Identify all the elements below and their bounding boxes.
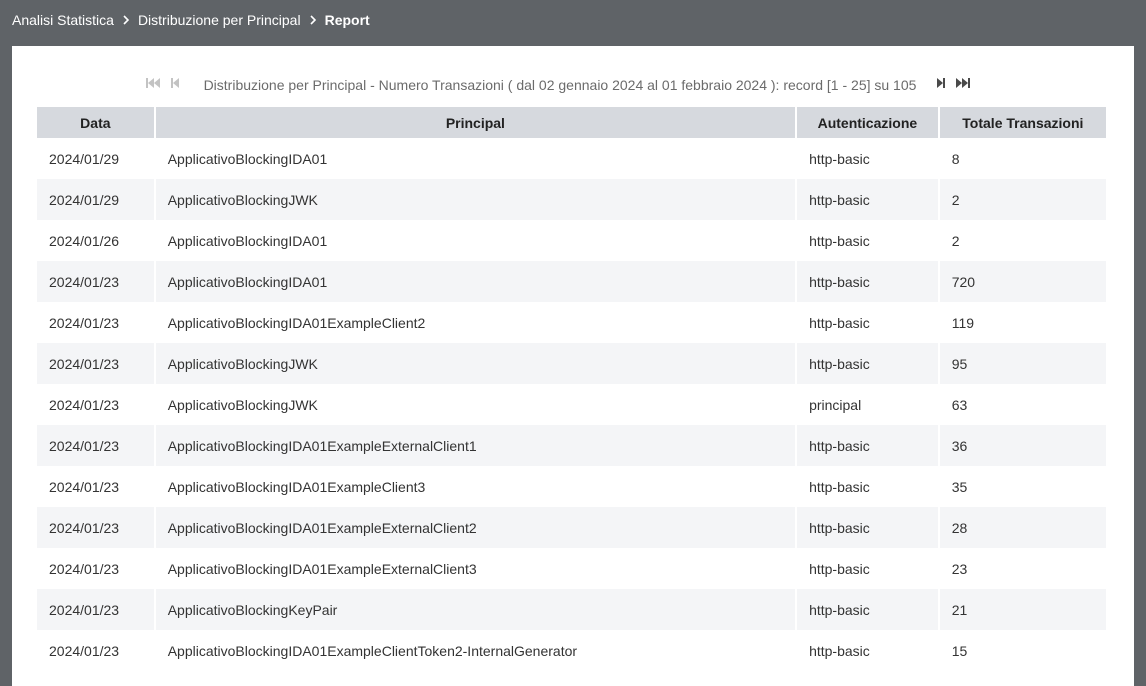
cell-principal: ApplicativoBlockingKeyPair [155, 589, 796, 630]
breadcrumb-distribuzione-principal[interactable]: Distribuzione per Principal [138, 12, 301, 28]
cell-totale: 720 [939, 261, 1106, 302]
table-row: 2024/01/23 ApplicativoBlockingIDA01Examp… [37, 630, 1106, 671]
first-page-icon[interactable] [142, 74, 164, 92]
cell-autenticazione: http-basic [797, 507, 938, 548]
cell-data: 2024/01/29 [49, 150, 120, 167]
cell-totale: 8 [951, 150, 960, 167]
cell-autenticazione: http-basic [809, 478, 870, 495]
cell-totale: 119 [951, 314, 975, 331]
last-page-icon[interactable] [952, 74, 974, 92]
pagination-bar: Distribuzione per Principal - Numero Tra… [12, 70, 1134, 96]
cell-data: 2024/01/23 [37, 589, 154, 630]
cell-principal: ApplicativoBlockingJWK [167, 396, 318, 413]
cell-data: 2024/01/26 [49, 232, 120, 249]
cell-data: 2024/01/23 [37, 425, 154, 466]
cell-data: 2024/01/29 [37, 179, 154, 220]
cell-totale: 35 [951, 478, 968, 495]
cell-principal: ApplicativoBlockingIDA01ExampleExternalC… [167, 560, 477, 577]
cell-principal: ApplicativoBlockingIDA01 [155, 261, 796, 302]
column-header-autenticazione[interactable]: Autenticazione [797, 107, 938, 138]
table-body: 2024/01/29 ApplicativoBlockingIDA01 http… [37, 138, 1106, 671]
cell-autenticazione: principal [809, 396, 862, 413]
cell-autenticazione: http-basic [809, 150, 870, 167]
cell-principal: ApplicativoBlockingJWK [155, 179, 796, 220]
table-row: 2024/01/23 ApplicativoBlockingJWK princi… [37, 384, 1106, 425]
pagination-summary: Distribuzione per Principal - Numero Tra… [203, 77, 917, 93]
cell-totale: 28 [939, 507, 1106, 548]
cell-autenticazione: http-basic [797, 179, 938, 220]
cell-principal: ApplicativoBlockingIDA01 [167, 150, 328, 167]
breadcrumb-report: Report [324, 12, 370, 28]
cell-autenticazione: http-basic [809, 314, 870, 331]
cell-principal: ApplicativoBlockingIDA01ExampleClientTok… [167, 642, 578, 659]
report-panel: Distribuzione per Principal - Numero Tra… [12, 46, 1134, 686]
cell-data: 2024/01/23 [49, 314, 120, 331]
cell-totale: 2 [951, 232, 960, 249]
table-row: 2024/01/26 ApplicativoBlockingIDA01 http… [37, 220, 1106, 261]
cell-autenticazione: http-basic [809, 642, 870, 659]
cell-data: 2024/01/23 [49, 560, 120, 577]
cell-autenticazione: http-basic [809, 560, 870, 577]
table-row: 2024/01/23 ApplicativoBlockingIDA01Examp… [37, 425, 1106, 466]
cell-principal: ApplicativoBlockingIDA01ExampleExternalC… [155, 425, 796, 466]
report-table: Data Principal Autenticazione Totale Tra… [35, 107, 1108, 671]
column-header-data[interactable]: Data [37, 107, 154, 138]
column-header-principal[interactable]: Principal [155, 107, 796, 138]
cell-data: 2024/01/23 [37, 343, 154, 384]
cell-principal: ApplicativoBlockingIDA01ExampleClient3 [167, 478, 426, 495]
cell-autenticazione: http-basic [797, 261, 938, 302]
previous-page-icon[interactable] [164, 74, 186, 92]
cell-totale: 15 [951, 642, 968, 659]
table-row: 2024/01/23 ApplicativoBlockingIDA01 http… [37, 261, 1106, 302]
cell-autenticazione: http-basic [797, 589, 938, 630]
table-row: 2024/01/23 ApplicativoBlockingKeyPair ht… [37, 589, 1106, 630]
cell-totale: 36 [939, 425, 1106, 466]
table-row: 2024/01/23 ApplicativoBlockingIDA01Examp… [37, 507, 1106, 548]
cell-totale: 23 [951, 560, 968, 577]
cell-data: 2024/01/23 [37, 261, 154, 302]
cell-totale: 21 [939, 589, 1106, 630]
cell-autenticazione: http-basic [809, 232, 870, 249]
table-row: 2024/01/29 ApplicativoBlockingIDA01 http… [37, 138, 1106, 179]
breadcrumb: Analisi Statistica Distribuzione per Pri… [12, 0, 370, 40]
cell-totale: 63 [951, 396, 968, 413]
cell-totale: 2 [939, 179, 1106, 220]
table-header-row: Data Principal Autenticazione Totale Tra… [37, 107, 1106, 138]
cell-data: 2024/01/23 [49, 396, 120, 413]
cell-principal: ApplicativoBlockingIDA01 [167, 232, 328, 249]
cell-autenticazione: http-basic [797, 343, 938, 384]
breadcrumb-analisi-statistica[interactable]: Analisi Statistica [12, 12, 114, 28]
cell-data: 2024/01/23 [49, 478, 120, 495]
next-page-icon[interactable] [930, 74, 952, 92]
cell-totale: 95 [939, 343, 1106, 384]
cell-principal: ApplicativoBlockingJWK [155, 343, 796, 384]
cell-data: 2024/01/23 [37, 507, 154, 548]
cell-principal: ApplicativoBlockingIDA01ExampleExternalC… [155, 507, 796, 548]
cell-principal: ApplicativoBlockingIDA01ExampleClient2 [167, 314, 426, 331]
column-header-totale-transazioni[interactable]: Totale Transazioni [939, 107, 1106, 138]
table-row: 2024/01/23 ApplicativoBlockingIDA01Examp… [37, 302, 1106, 343]
chevron-right-icon [301, 10, 325, 30]
chevron-right-icon [114, 10, 138, 30]
table-row: 2024/01/23 ApplicativoBlockingIDA01Examp… [37, 466, 1106, 507]
cell-data: 2024/01/23 [49, 642, 120, 659]
cell-autenticazione: http-basic [797, 425, 938, 466]
table-row: 2024/01/29 ApplicativoBlockingJWK http-b… [37, 179, 1106, 220]
table-row: 2024/01/23 ApplicativoBlockingIDA01Examp… [37, 548, 1106, 589]
table-row: 2024/01/23 ApplicativoBlockingJWK http-b… [37, 343, 1106, 384]
